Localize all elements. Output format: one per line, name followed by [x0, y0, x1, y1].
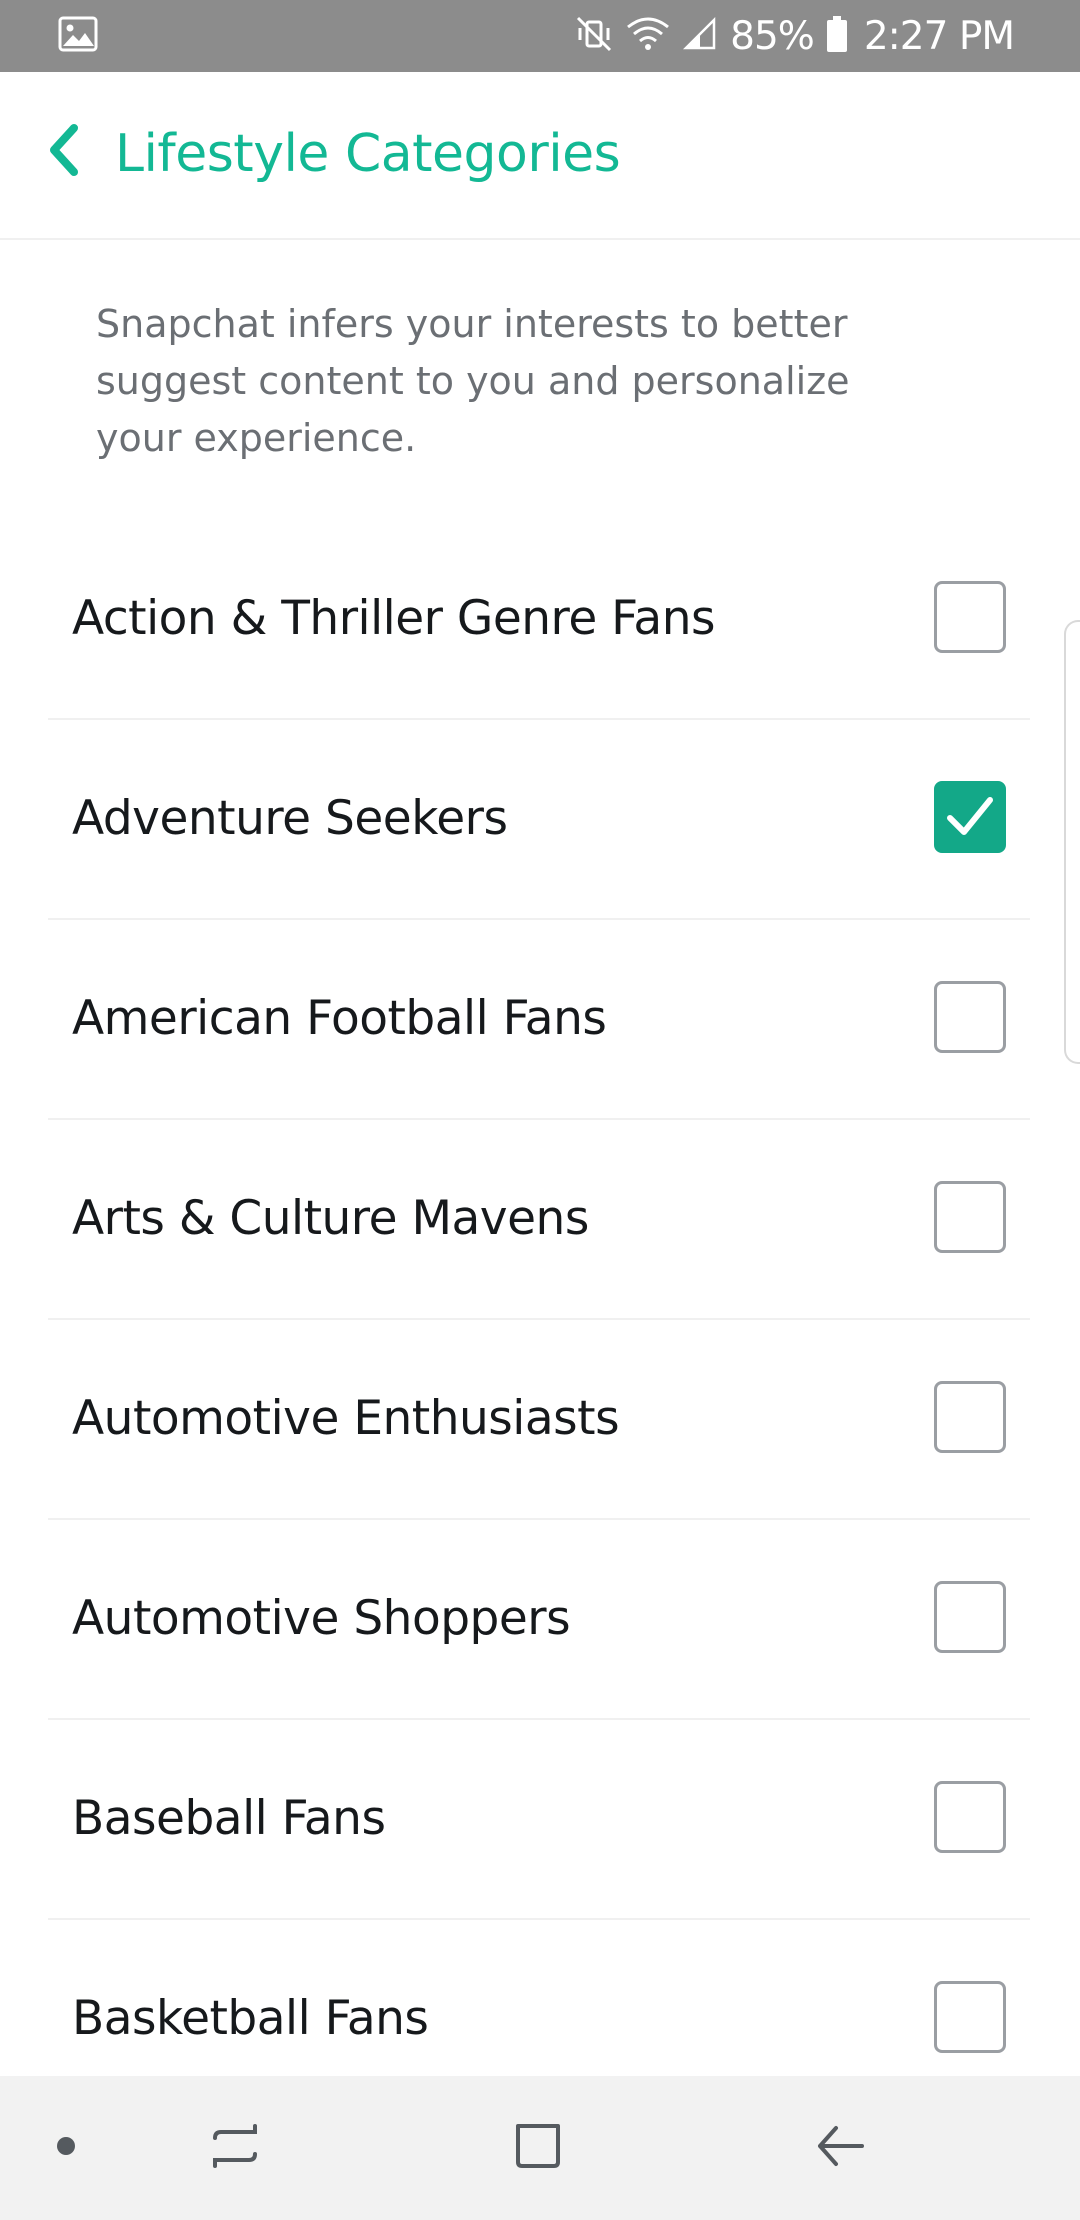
clock: 2:27 PM [863, 13, 1015, 59]
checkmark-icon [947, 797, 993, 835]
category-label: Arts & Culture Mavens [72, 1191, 589, 1246]
category-list: Action & Thriller Genre Fans Adventure S… [0, 520, 1080, 2120]
list-item[interactable]: Automotive Shoppers [48, 1520, 1030, 1720]
wifi-icon [626, 15, 670, 57]
header: Lifestyle Categories [0, 72, 1080, 240]
gallery-icon [58, 16, 98, 56]
status-bar: 85% 2:27 PM [0, 0, 1080, 72]
list-item[interactable]: Action & Thriller Genre Fans [48, 520, 1030, 720]
recents-button[interactable] [195, 2076, 275, 2220]
recents-icon [209, 2120, 261, 2176]
checkbox[interactable] [934, 1781, 1006, 1853]
scrollbar[interactable] [1064, 620, 1080, 1064]
list-item[interactable]: Adventure Seekers [48, 720, 1030, 920]
checkbox[interactable] [934, 581, 1006, 653]
category-label: Baseball Fans [72, 1791, 386, 1846]
nav-dot-button[interactable] [36, 2076, 96, 2220]
category-label: Automotive Shoppers [72, 1591, 571, 1646]
list-item[interactable]: Automotive Enthusiasts [48, 1320, 1030, 1520]
signal-icon [682, 16, 718, 56]
checkbox[interactable] [934, 1181, 1006, 1253]
back-arrow-icon [814, 2120, 866, 2176]
home-icon [512, 2120, 564, 2176]
checkbox-checked[interactable] [934, 781, 1006, 853]
list-item[interactable]: Baseball Fans [48, 1720, 1030, 1920]
checkbox[interactable] [934, 1381, 1006, 1453]
home-button[interactable] [498, 2076, 578, 2220]
mute-vibrate-icon [574, 14, 614, 58]
category-label: Action & Thriller Genre Fans [72, 591, 715, 646]
nav-bar [0, 2076, 1080, 2220]
battery-percent: 85% [730, 13, 815, 59]
category-label: Adventure Seekers [72, 791, 508, 846]
nav-dot-icon [56, 2136, 76, 2160]
checkbox[interactable] [934, 1981, 1006, 2053]
category-label: American Football Fans [72, 991, 607, 1046]
chevron-left-icon [44, 122, 84, 182]
list-item[interactable]: American Football Fans [48, 920, 1030, 1120]
checkbox[interactable] [934, 981, 1006, 1053]
list-item[interactable]: Arts & Culture Mavens [48, 1120, 1030, 1320]
checkbox[interactable] [934, 1581, 1006, 1653]
page-title: Lifestyle Categories [115, 124, 621, 184]
battery-icon [826, 15, 848, 57]
nav-back-button[interactable] [800, 2076, 880, 2220]
back-button[interactable] [32, 120, 96, 184]
category-label: Automotive Enthusiasts [72, 1391, 620, 1446]
description-text: Snapchat infers your interests to better… [96, 302, 850, 460]
